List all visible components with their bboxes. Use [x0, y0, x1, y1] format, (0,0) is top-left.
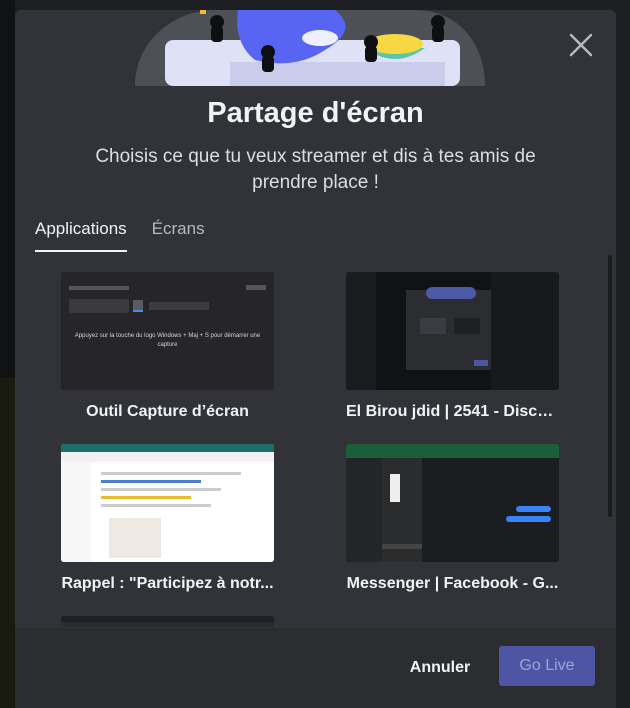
source-thumbnail: Appuyez sur la touche du logo Windows + … [61, 272, 274, 390]
source-card[interactable]: Rappel : "Participez à notr... [61, 444, 276, 593]
screen-share-modal: Partage d'écran Choisis ce que tu veux s… [15, 10, 616, 708]
source-tabs: Applications Écrans [35, 218, 205, 252]
source-thumbnail [346, 272, 559, 390]
modal-title: Partage d'écran [207, 97, 424, 129]
modal-footer: Annuler Go Live [15, 628, 616, 708]
thumbnail-preview-text: Appuyez sur la touche du logo Windows + … [74, 333, 261, 348]
background-window [0, 0, 15, 708]
source-label: Outil Capture d’écran [86, 403, 249, 420]
tab-applications[interactable]: Applications [35, 218, 127, 252]
source-card[interactable]: El Birou jdid | 2541 - Disco... [346, 272, 561, 421]
modal-subtitle: Choisis ce que tu veux streamer et dis à… [95, 146, 536, 193]
background-window-block [0, 378, 15, 708]
source-label: Messenger | Facebook - G... [346, 575, 559, 592]
source-thumbnail [61, 616, 274, 627]
tab-screens[interactable]: Écrans [152, 218, 205, 252]
go-live-button[interactable]: Go Live [499, 646, 595, 686]
cancel-button[interactable]: Annuler [395, 648, 485, 688]
source-grid: Appuyez sur la touche du logo Windows + … [15, 272, 616, 627]
source-thumbnail [61, 444, 274, 562]
source-card[interactable] [61, 616, 276, 627]
hero-illustration [135, 10, 485, 86]
close-icon[interactable] [568, 32, 594, 58]
source-label: Rappel : "Participez à notr... [61, 575, 274, 592]
source-card[interactable]: Appuyez sur la touche du logo Windows + … [61, 272, 276, 421]
source-card[interactable]: Messenger | Facebook - G... [346, 444, 561, 593]
source-label: El Birou jdid | 2541 - Disco... [346, 403, 559, 420]
source-thumbnail [346, 444, 559, 562]
scrollbar[interactable] [608, 255, 612, 517]
